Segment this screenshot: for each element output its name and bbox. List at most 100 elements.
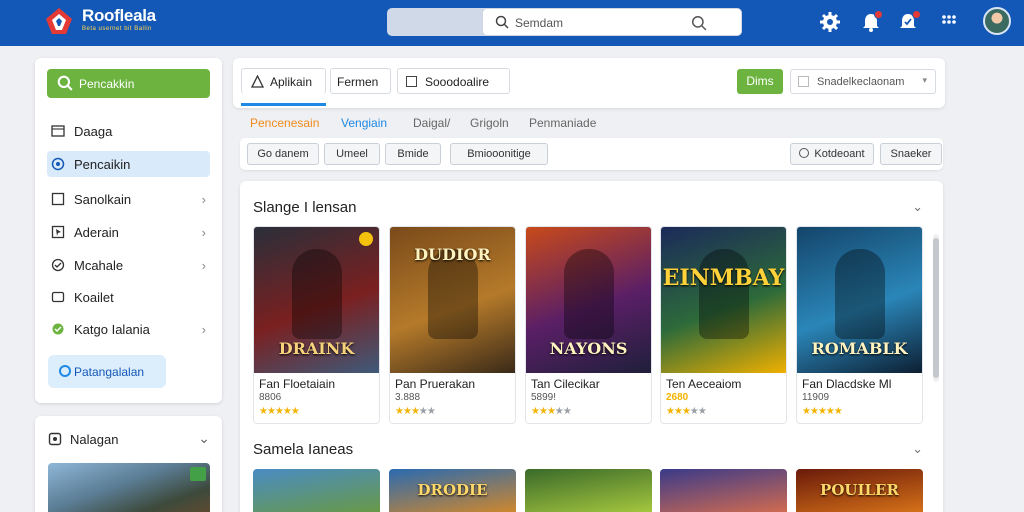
game-meta: 8806 — [259, 392, 282, 403]
circle-icon — [59, 365, 71, 377]
sidebar-item-label: Pencaikin — [74, 157, 131, 172]
chevron-down-icon[interactable]: ⌄ — [912, 199, 923, 215]
active-tab-indicator — [241, 103, 326, 106]
folder-icon — [51, 125, 65, 137]
game-card[interactable]: POUILER — [796, 469, 923, 512]
sidebar-item-katgo-ialania[interactable]: Katgo Ialania › — [47, 316, 210, 342]
pointer-icon — [51, 225, 65, 239]
check-icon — [51, 258, 65, 272]
filter-bar: Go danem Umeel Bmide Bmiooonitige Kotdeo… — [240, 138, 943, 170]
game-meta: 2680 — [666, 392, 689, 403]
sort-select[interactable]: Snadelkeclaonam ▾ — [790, 69, 936, 94]
sidebar-primary-button[interactable]: Pencakkin — [47, 69, 210, 98]
star-icon: ★ — [817, 406, 827, 417]
star-icon: ★ — [426, 406, 436, 417]
sidebar-item-label: Aderain — [74, 225, 119, 240]
star-icon: ★ — [833, 406, 843, 417]
game-card[interactable]: DRODIE — [389, 469, 516, 512]
settings-gear-icon[interactable] — [819, 11, 841, 33]
search-input[interactable]: Semdam — [482, 8, 742, 36]
sidebar-item-pencaikin[interactable]: Pencaikin — [47, 151, 210, 177]
app-logo-icon[interactable] — [44, 6, 74, 36]
tab-fermen[interactable]: Fermen — [330, 68, 391, 94]
chevron-down-icon[interactable]: ⌄ — [198, 430, 210, 447]
game-title: Fan Floetaiain — [259, 377, 336, 391]
game-title: Ten Aeceaiom — [666, 377, 742, 391]
star-icon: ★ — [562, 406, 572, 417]
sidebar-panel-nalagan: Nalagan ⌄ — [35, 416, 222, 512]
game-meta: 3.888 — [395, 392, 421, 403]
section-title: Slange I lensan — [253, 199, 357, 216]
game-cover-title: DRODIE — [417, 481, 488, 499]
star-icon: ★ — [673, 406, 683, 417]
sidebar-item-koailet[interactable]: Koailet — [47, 284, 210, 310]
filter-chip-snaeker[interactable]: Snaeker — [880, 143, 942, 165]
game-title: Pan Pruerakan — [395, 377, 476, 391]
subtab-penmaniade[interactable]: Penmaniade — [529, 116, 596, 130]
tab-aplikain[interactable]: Aplikain — [241, 68, 326, 94]
chevron-down-icon[interactable]: ⌄ — [912, 441, 923, 457]
sidebar-item-label: Koailet — [74, 290, 114, 305]
star-icon: ★ — [554, 406, 564, 417]
filter-chip-bmide[interactable]: Bmide — [385, 143, 441, 165]
subtab-grigoln[interactable]: Grigoln — [470, 116, 509, 130]
star-icon: ★ — [282, 406, 292, 417]
filter-chip-go-danem[interactable]: Go danem — [247, 143, 319, 165]
square-icon — [406, 76, 417, 87]
search-submit-icon[interactable] — [691, 15, 707, 31]
user-avatar[interactable] — [983, 7, 1011, 35]
star-icon: ★ — [681, 406, 691, 417]
sidebar-item-mcahale[interactable]: Mcahale › — [47, 252, 210, 278]
sidebar-secondary-button[interactable]: Patangalalan — [48, 355, 166, 388]
game-card[interactable]: EINMBAY Ten Aeceaiom 2680 ★★★★★ — [660, 226, 787, 424]
rating-stars: ★★★★★ — [395, 406, 436, 417]
subtab-vengiain[interactable]: Vengiain — [341, 116, 387, 130]
game-meta: 11909 — [802, 392, 830, 403]
apps-grid-icon[interactable] — [938, 11, 960, 33]
game-card[interactable] — [525, 469, 652, 512]
star-icon: ★ — [274, 406, 284, 417]
messages-badge — [912, 10, 921, 19]
game-card[interactable]: DRAINK Fan Floetaiain 8806 ★★★★★ — [253, 226, 380, 424]
game-card[interactable] — [660, 469, 787, 512]
game-card[interactable] — [253, 469, 380, 512]
subtab-daigal[interactable]: Daigal/ — [413, 116, 450, 130]
sidebar-item-label: Daaga — [74, 124, 113, 139]
sidebar-primary-button-label: Pencakkin — [79, 77, 135, 91]
game-card[interactable]: ROMABLK Fan Dlacdske Ml 11909 ★★★★★ — [796, 226, 923, 424]
game-card[interactable]: DUDIOR Pan Pruerakan 3.888 ★★★★★ — [389, 226, 516, 424]
star-icon: ★ — [290, 406, 300, 417]
featured-game-thumbnail[interactable] — [48, 463, 210, 512]
tab-sooodoalire[interactable]: Sooodoalire — [397, 68, 510, 94]
scrollbar-thumb[interactable] — [933, 238, 939, 378]
game-card[interactable]: NAYONS Tan Cilecikar 5899! ★★★★★ — [525, 226, 652, 424]
main-header: Aplikain Fermen Sooodoalire Dims Snadelk… — [233, 58, 945, 108]
star-icon: ★ — [689, 406, 699, 417]
filter-chip-umeel[interactable]: Umeel — [324, 143, 380, 165]
game-character-silhouette — [699, 249, 749, 339]
filter-chip-bmiooonitige[interactable]: Bmiooonitige — [450, 143, 548, 165]
scrollbar[interactable] — [933, 234, 939, 382]
game-character-silhouette — [835, 249, 885, 339]
checkbox-icon — [798, 76, 809, 87]
subtab-pencenesain[interactable]: Pencenesain — [250, 116, 319, 130]
sidebar-item-aderain[interactable]: Aderain › — [47, 219, 210, 245]
sort-select-label: Snadelkeclaonam — [817, 76, 905, 88]
game-title: Tan Cilecikar — [531, 377, 600, 391]
app-icon — [251, 75, 264, 88]
search-icon — [57, 75, 73, 91]
chevron-right-icon: › — [201, 192, 206, 207]
star-icon: ★ — [697, 406, 707, 417]
primary-action-button[interactable]: Dims — [737, 69, 783, 94]
filter-chip-kotdeoant[interactable]: Kotdeoant — [790, 143, 874, 165]
star-icon: ★ — [259, 406, 268, 417]
sidebar-item-daaga[interactable]: Daaga — [47, 118, 210, 144]
tab-label: Fermen — [337, 75, 379, 89]
sidebar-secondary-button-label: Patangalalan — [74, 365, 145, 379]
game-character-silhouette — [292, 249, 342, 339]
square-icon — [51, 192, 65, 206]
star-icon: ★ — [410, 406, 420, 417]
chevron-down-icon: ▾ — [922, 75, 927, 85]
sidebar-item-sanolkain[interactable]: Sanolkain › — [47, 186, 210, 212]
game-cover-title: DRAINK — [278, 339, 355, 358]
